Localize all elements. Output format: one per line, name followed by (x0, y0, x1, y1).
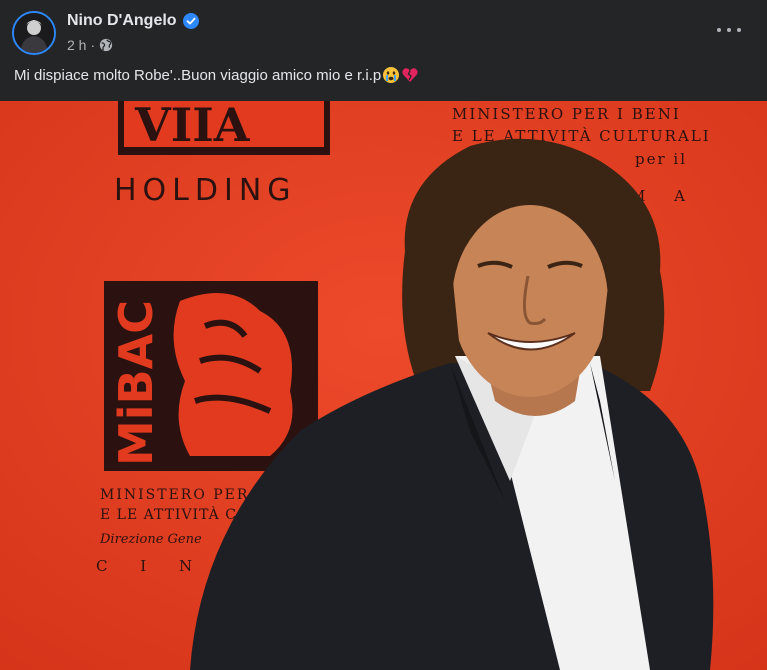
svg-text:E LE ATTIVITÀ C: E LE ATTIVITÀ C (100, 505, 237, 523)
author-avatar[interactable] (12, 11, 56, 55)
more-options-icon[interactable] (717, 20, 741, 40)
broken-heart-icon (402, 68, 418, 82)
author-name[interactable]: Nino D'Angelo (67, 12, 177, 30)
svg-text:MINISTERO PER I BENI: MINISTERO PER I BENI (452, 105, 681, 123)
svg-text:MINISTERO PER: MINISTERO PER (100, 487, 249, 503)
facebook-post: Nino D'Angelo 2 h · Mi dispiace molto Ro… (0, 0, 767, 670)
meta-separator: · (90, 37, 96, 53)
post-photo[interactable]: VIIA HOLDING MINISTERO PER I BENI E LE A… (0, 101, 767, 670)
mibac-logo: MiBAC (104, 281, 318, 471)
svg-text:Direzione Gene: Direzione Gene (99, 532, 202, 547)
post-header: Nino D'Angelo 2 h · (0, 0, 767, 62)
svg-text:C I N: C I N (96, 557, 206, 575)
holding-text: HOLDING (114, 173, 297, 208)
svg-text:MiBAC: MiBAC (109, 300, 163, 466)
caption-text: Mi dispiace molto Robe'..Buon viaggio am… (14, 66, 382, 84)
globe-icon[interactable] (99, 38, 113, 52)
photo-illustration: VIIA HOLDING MINISTERO PER I BENI E LE A… (0, 101, 767, 670)
verified-badge-icon (182, 13, 199, 29)
svg-text:VIIA: VIIA (134, 101, 251, 152)
author-row: Nino D'Angelo (67, 12, 199, 30)
svg-text:per il: per il (635, 150, 687, 168)
post-caption: Mi dispiace molto Robe'..Buon viaggio am… (14, 66, 419, 84)
post-timestamp[interactable]: 2 h (67, 37, 86, 53)
crying-face-icon (383, 67, 400, 83)
post-meta: 2 h · (67, 37, 113, 53)
avatar-image (14, 13, 54, 53)
